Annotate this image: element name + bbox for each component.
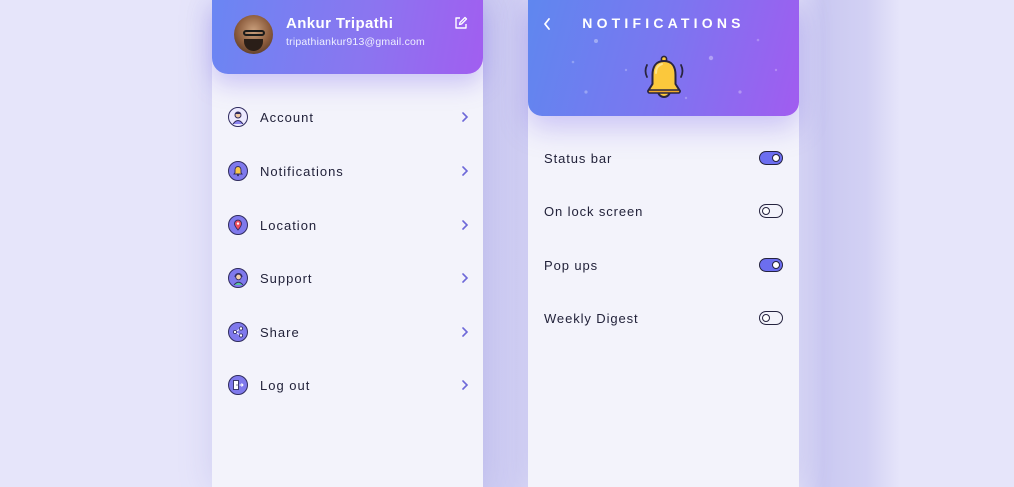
bell-icon — [228, 161, 248, 181]
menu-item-support[interactable]: Support — [212, 268, 483, 308]
menu-item-logout[interactable]: Log out — [212, 375, 483, 415]
chevron-right-icon — [462, 220, 469, 230]
background-shadow-right — [790, 0, 900, 487]
setting-label: Pop ups — [544, 258, 599, 273]
status-bar-toggle[interactable] — [759, 151, 783, 165]
menu-item-label: Log out — [260, 378, 311, 393]
setting-label: Weekly Digest — [544, 311, 639, 326]
support-agent-icon — [228, 268, 248, 288]
setting-status-bar: Status bar — [528, 149, 799, 173]
chevron-right-icon — [462, 273, 469, 283]
menu-item-notifications[interactable]: Notifications — [212, 161, 483, 201]
profile-menu-screen: Ankur Tripathi tripathiankur913@gmail.co… — [212, 0, 483, 487]
setting-label: Status bar — [544, 151, 613, 166]
setting-pop-ups: Pop ups — [528, 256, 799, 280]
chevron-right-icon — [462, 327, 469, 337]
account-icon — [228, 107, 248, 127]
menu-item-label: Account — [260, 110, 314, 125]
menu-item-label: Location — [260, 218, 318, 233]
lock-screen-toggle[interactable] — [759, 204, 783, 218]
menu-item-label: Notifications — [260, 164, 344, 179]
menu-item-account[interactable]: Account — [212, 107, 483, 147]
profile-name: Ankur Tripathi — [286, 15, 394, 32]
setting-label: On lock screen — [544, 204, 644, 219]
setting-weekly-digest: Weekly Digest — [528, 309, 799, 333]
location-pin-icon — [228, 215, 248, 235]
menu-item-label: Share — [260, 325, 300, 340]
chevron-right-icon — [462, 112, 469, 122]
chevron-right-icon — [462, 166, 469, 176]
edit-icon[interactable] — [454, 16, 468, 30]
menu-item-share[interactable]: Share — [212, 322, 483, 362]
chevron-right-icon — [462, 380, 469, 390]
pop-ups-toggle[interactable] — [759, 258, 783, 272]
menu-item-label: Support — [260, 271, 313, 286]
profile-header: Ankur Tripathi tripathiankur913@gmail.co… — [212, 0, 483, 74]
profile-email: tripathiankur913@gmail.com — [286, 36, 426, 48]
menu-item-location[interactable]: Location — [212, 215, 483, 255]
weekly-digest-toggle[interactable] — [759, 311, 783, 325]
notifications-screen: NOTIFICATIONS Status bar On lock screen … — [528, 0, 799, 487]
setting-on-lock-screen: On lock screen — [528, 202, 799, 226]
share-icon — [228, 322, 248, 342]
logout-icon — [228, 375, 248, 395]
notifications-header: NOTIFICATIONS — [528, 0, 799, 116]
page-title: NOTIFICATIONS — [582, 15, 745, 31]
user-avatar[interactable] — [234, 15, 273, 54]
ringing-bell-icon — [644, 55, 684, 98]
